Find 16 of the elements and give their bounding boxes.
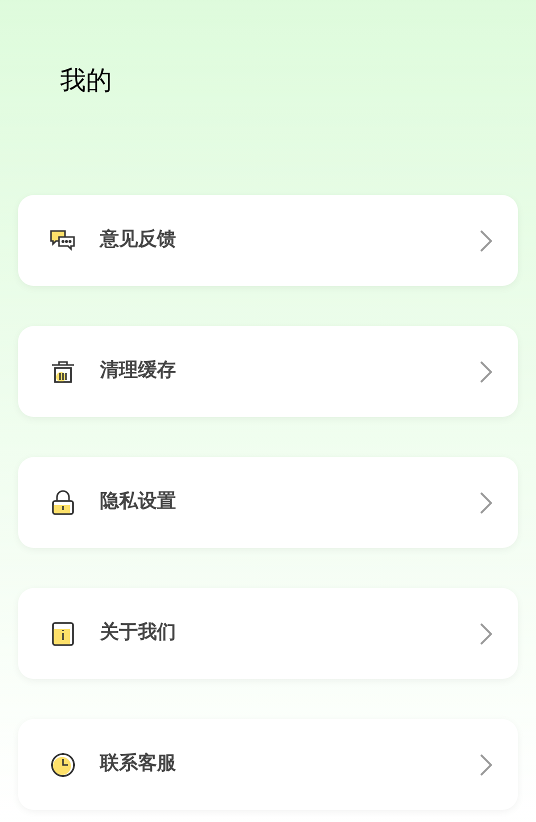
menu-item[interactable]: 联系客服: [18, 719, 518, 810]
menu-label: 关于我们: [100, 620, 177, 646]
menu-label: 意见反馈: [100, 228, 177, 252]
chevron-right-icon: [480, 492, 492, 514]
menu-item[interactable]: 关于我们: [18, 588, 518, 679]
page-title: 我的: [60, 64, 112, 97]
chevron-right-icon: [480, 360, 492, 382]
chevron-right-icon: [480, 754, 492, 776]
menu-label: 隐私设置: [100, 490, 177, 514]
chevron-right-icon: [480, 230, 492, 252]
menu-label: 清理缓存: [100, 359, 177, 384]
chevron-right-icon: [480, 622, 492, 644]
menu-item[interactable]: 意见反馈: [18, 195, 518, 286]
menu-item[interactable]: 隐私设置: [18, 457, 518, 548]
menu-label: 联系客服: [100, 752, 177, 776]
menu-item[interactable]: 清理缓存: [18, 326, 518, 417]
